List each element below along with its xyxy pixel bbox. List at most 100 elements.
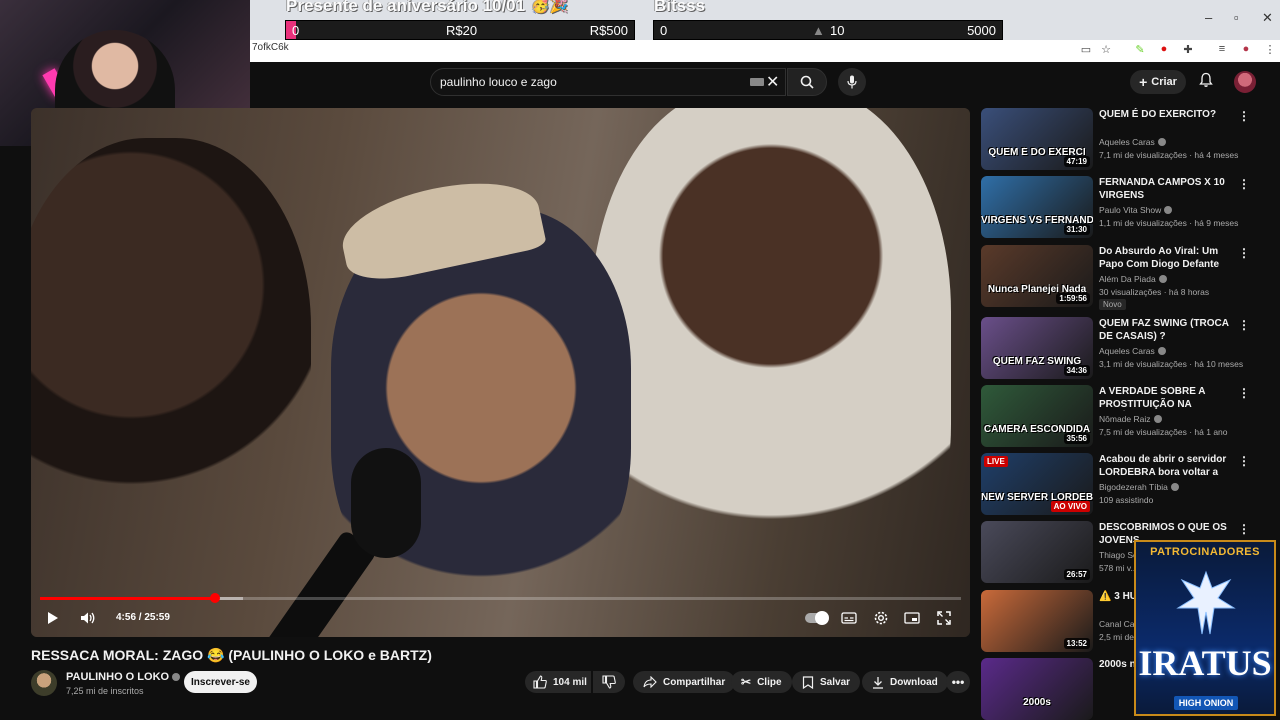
notifications-bell-icon[interactable] (1198, 72, 1214, 93)
more-vert-icon[interactable]: ⋮ (1238, 108, 1250, 124)
maximize-window-button[interactable]: ▫ (1234, 10, 1239, 25)
sidebar-channel-name[interactable]: Além Da Piada (1099, 274, 1167, 284)
sidebar-video-title[interactable]: QUEM FAZ SWING (TROCA DE CASAIS) ? (1099, 317, 1239, 343)
subtitles-button[interactable] (837, 608, 861, 628)
keyboard-icon[interactable] (750, 78, 764, 86)
autoplay-toggle[interactable] (805, 611, 829, 625)
subscribe-button[interactable]: Inscrever-se (184, 671, 257, 693)
create-button[interactable]: + Criar (1130, 70, 1186, 94)
search-icon (800, 75, 814, 89)
sidebar-channel-name[interactable]: Nômade Raiz (1099, 414, 1162, 424)
share-button[interactable]: Compartilhar (633, 671, 736, 693)
sidebar-video-title[interactable]: QUEM É DO EXERCITO? (1099, 108, 1239, 121)
video-duration: 26:57 (1063, 569, 1090, 580)
subtitles-icon (841, 612, 857, 624)
extensions-puzzle-icon[interactable]: ✚ (1180, 41, 1196, 57)
sidebar-thumbnail[interactable]: QUEM É DO EXERCI 47:19 (981, 108, 1093, 170)
miniplayer-button[interactable] (900, 608, 924, 628)
more-actions-button[interactable]: ••• (946, 671, 970, 693)
sponsor-overlay: PATROCINADORES IRATUS HIGH ONION (1134, 540, 1276, 716)
sidebar-video-item[interactable]: Nunca Planejei Nada 1:59:56 Do Absurdo Ao … (981, 245, 1276, 310)
sidebar-channel-name[interactable]: Bigodezerah Tíbia (1099, 482, 1179, 492)
sidebar-channel-text[interactable]: Bigodezerah Tíbia (1099, 482, 1168, 492)
sidebar-channel-text[interactable]: Além Da Piada (1099, 274, 1156, 284)
sidebar-thumbnail[interactable]: Nunca Planejei Nada 1:59:56 (981, 245, 1093, 307)
donation-goal-bar: 0 R$20 R$500 (285, 20, 635, 40)
channel-avatar[interactable] (31, 670, 57, 696)
sidebar-video-item[interactable]: VIRGENS VS FERNANDA CAMPOS31:30FERNANDA … (981, 176, 1276, 240)
cast-icon[interactable]: ▭ (1078, 41, 1094, 57)
scissors-icon: ✂ (741, 675, 752, 689)
volume-icon (81, 612, 95, 624)
sponsor-title: PATROCINADORES (1150, 546, 1260, 558)
profile-avatar-icon[interactable]: ● (1238, 41, 1254, 57)
donation-goal-title: Presente de aniversário 10/01 (286, 0, 526, 15)
clip-button[interactable]: ✂ Clipe (731, 671, 792, 693)
sidebar-thumbnail[interactable]: NEW SERVER LORDEBRALIVEAO VIVO (981, 453, 1093, 515)
bookmark-star-icon[interactable]: ☆ (1098, 41, 1114, 57)
video-person-left (31, 138, 311, 558)
channel-name-text[interactable]: PAULINHO O LOKO (66, 671, 169, 683)
share-icon (643, 676, 657, 688)
sidebar-thumbnail[interactable]: QUEM FAZ SWING 34:36 (981, 317, 1093, 379)
voice-search-button[interactable] (838, 68, 866, 96)
more-vert-icon[interactable]: ⋮ (1238, 245, 1250, 261)
sidebar-video-item[interactable]: QUEM É DO EXERCI 47:19 QUEM É DO EXERCITO?… (981, 108, 1276, 172)
dislike-button[interactable] (593, 671, 625, 693)
search-input-text[interactable]: paulinho louco e zago (440, 75, 557, 89)
save-playlist-icon (802, 675, 814, 689)
sidebar-video-title[interactable]: Do Absurdo Ao Viral: Um Papo Com Diogo D… (1099, 245, 1239, 271)
settings-button[interactable] (869, 608, 893, 628)
mute-button[interactable] (76, 608, 100, 628)
sidebar-channel-name[interactable]: Paulo Vita Show (1099, 205, 1173, 215)
save-button[interactable]: Salvar (792, 671, 861, 693)
sidebar-video-item[interactable]: NEW SERVER LORDEBRALIVEAO VIVOAcabou de … (981, 453, 1276, 517)
extension-opera-icon[interactable]: ● (1156, 41, 1172, 57)
more-vert-icon[interactable]: ⋮ (1238, 521, 1250, 537)
channel-name[interactable]: PAULINHO O LOKO (66, 671, 181, 683)
video-microphone (351, 448, 421, 558)
extension-leaf-icon[interactable]: ✎ (1132, 41, 1148, 57)
sidebar-thumbnail[interactable]: CÂMERA ESCONDIDA 35:56 (981, 385, 1093, 447)
search-button[interactable] (787, 68, 827, 96)
account-avatar[interactable] (1234, 71, 1256, 93)
sidebar-channel-name[interactable]: Aqueles Caras (1099, 137, 1166, 147)
sidebar-thumbnail[interactable]: VIRGENS VS FERNANDA CAMPOS31:30 (981, 176, 1093, 238)
play-button[interactable] (41, 608, 65, 628)
verified-icon (1157, 347, 1166, 355)
download-button[interactable]: Download (862, 671, 948, 693)
sidebar-channel-text[interactable]: Paulo Vita Show (1099, 205, 1161, 215)
minimize-window-button[interactable]: – (1205, 10, 1212, 25)
sidebar-channel-text[interactable]: Nômade Raiz (1099, 414, 1151, 424)
save-label: Salvar (820, 676, 851, 688)
sidebar-video-title[interactable]: Acabou de abrir o servidor LORDEBRA bora… (1099, 453, 1239, 479)
more-vert-icon[interactable]: ⋮ (1238, 317, 1250, 333)
browser-menu-icon[interactable]: ⋮ (1262, 41, 1278, 57)
sidebar-thumbnail[interactable]: 13:52 (981, 590, 1093, 652)
donation-goal-start: 0 (292, 23, 300, 38)
fullscreen-button[interactable] (932, 608, 956, 628)
sidebar-video-item[interactable]: QUEM FAZ SWING 34:36 QUEM FAZ SWING (TROCA… (981, 317, 1276, 381)
sidebar-thumbnail[interactable]: 26:57 (981, 521, 1093, 583)
like-button[interactable]: 104 mil (525, 671, 591, 693)
sidebar-thumbnail[interactable]: 2000s (981, 658, 1093, 720)
sidebar-video-item[interactable]: CÂMERA ESCONDIDA 35:56 A VERDADE SOBRE A P… (981, 385, 1276, 449)
sidebar-channel-text[interactable]: Aqueles Caras (1099, 346, 1155, 356)
progress-bar[interactable] (40, 593, 961, 603)
more-vert-icon[interactable]: ⋮ (1238, 385, 1250, 401)
sidebar-video-title[interactable]: A VERDADE SOBRE A PROSTITUIÇÃO NA TAILÂN… (1099, 385, 1239, 411)
sidebar-channel-name[interactable]: Aqueles Caras (1099, 346, 1166, 356)
close-window-button[interactable]: ✕ (1262, 10, 1273, 26)
sidebar-video-title[interactable]: FERNANDA CAMPOS X 10 VIRGENS (1099, 176, 1239, 202)
video-player[interactable]: 4:56 / 25:59 (31, 108, 970, 637)
more-horizontal-icon: ••• (951, 675, 965, 689)
progress-scrubber[interactable] (209, 593, 220, 603)
media-controls-icon[interactable]: ≡ (1214, 41, 1230, 57)
fullscreen-icon (937, 611, 951, 625)
clear-search-icon[interactable]: ✕ (766, 72, 779, 92)
sidebar-channel-text[interactable]: Aqueles Caras (1099, 137, 1155, 147)
more-vert-icon[interactable]: ⋮ (1238, 453, 1250, 469)
sidebar-video-meta: 7,1 mi de visualizações · há 4 meses (1099, 150, 1239, 160)
more-vert-icon[interactable]: ⋮ (1238, 176, 1250, 192)
verified-icon (1153, 415, 1162, 423)
